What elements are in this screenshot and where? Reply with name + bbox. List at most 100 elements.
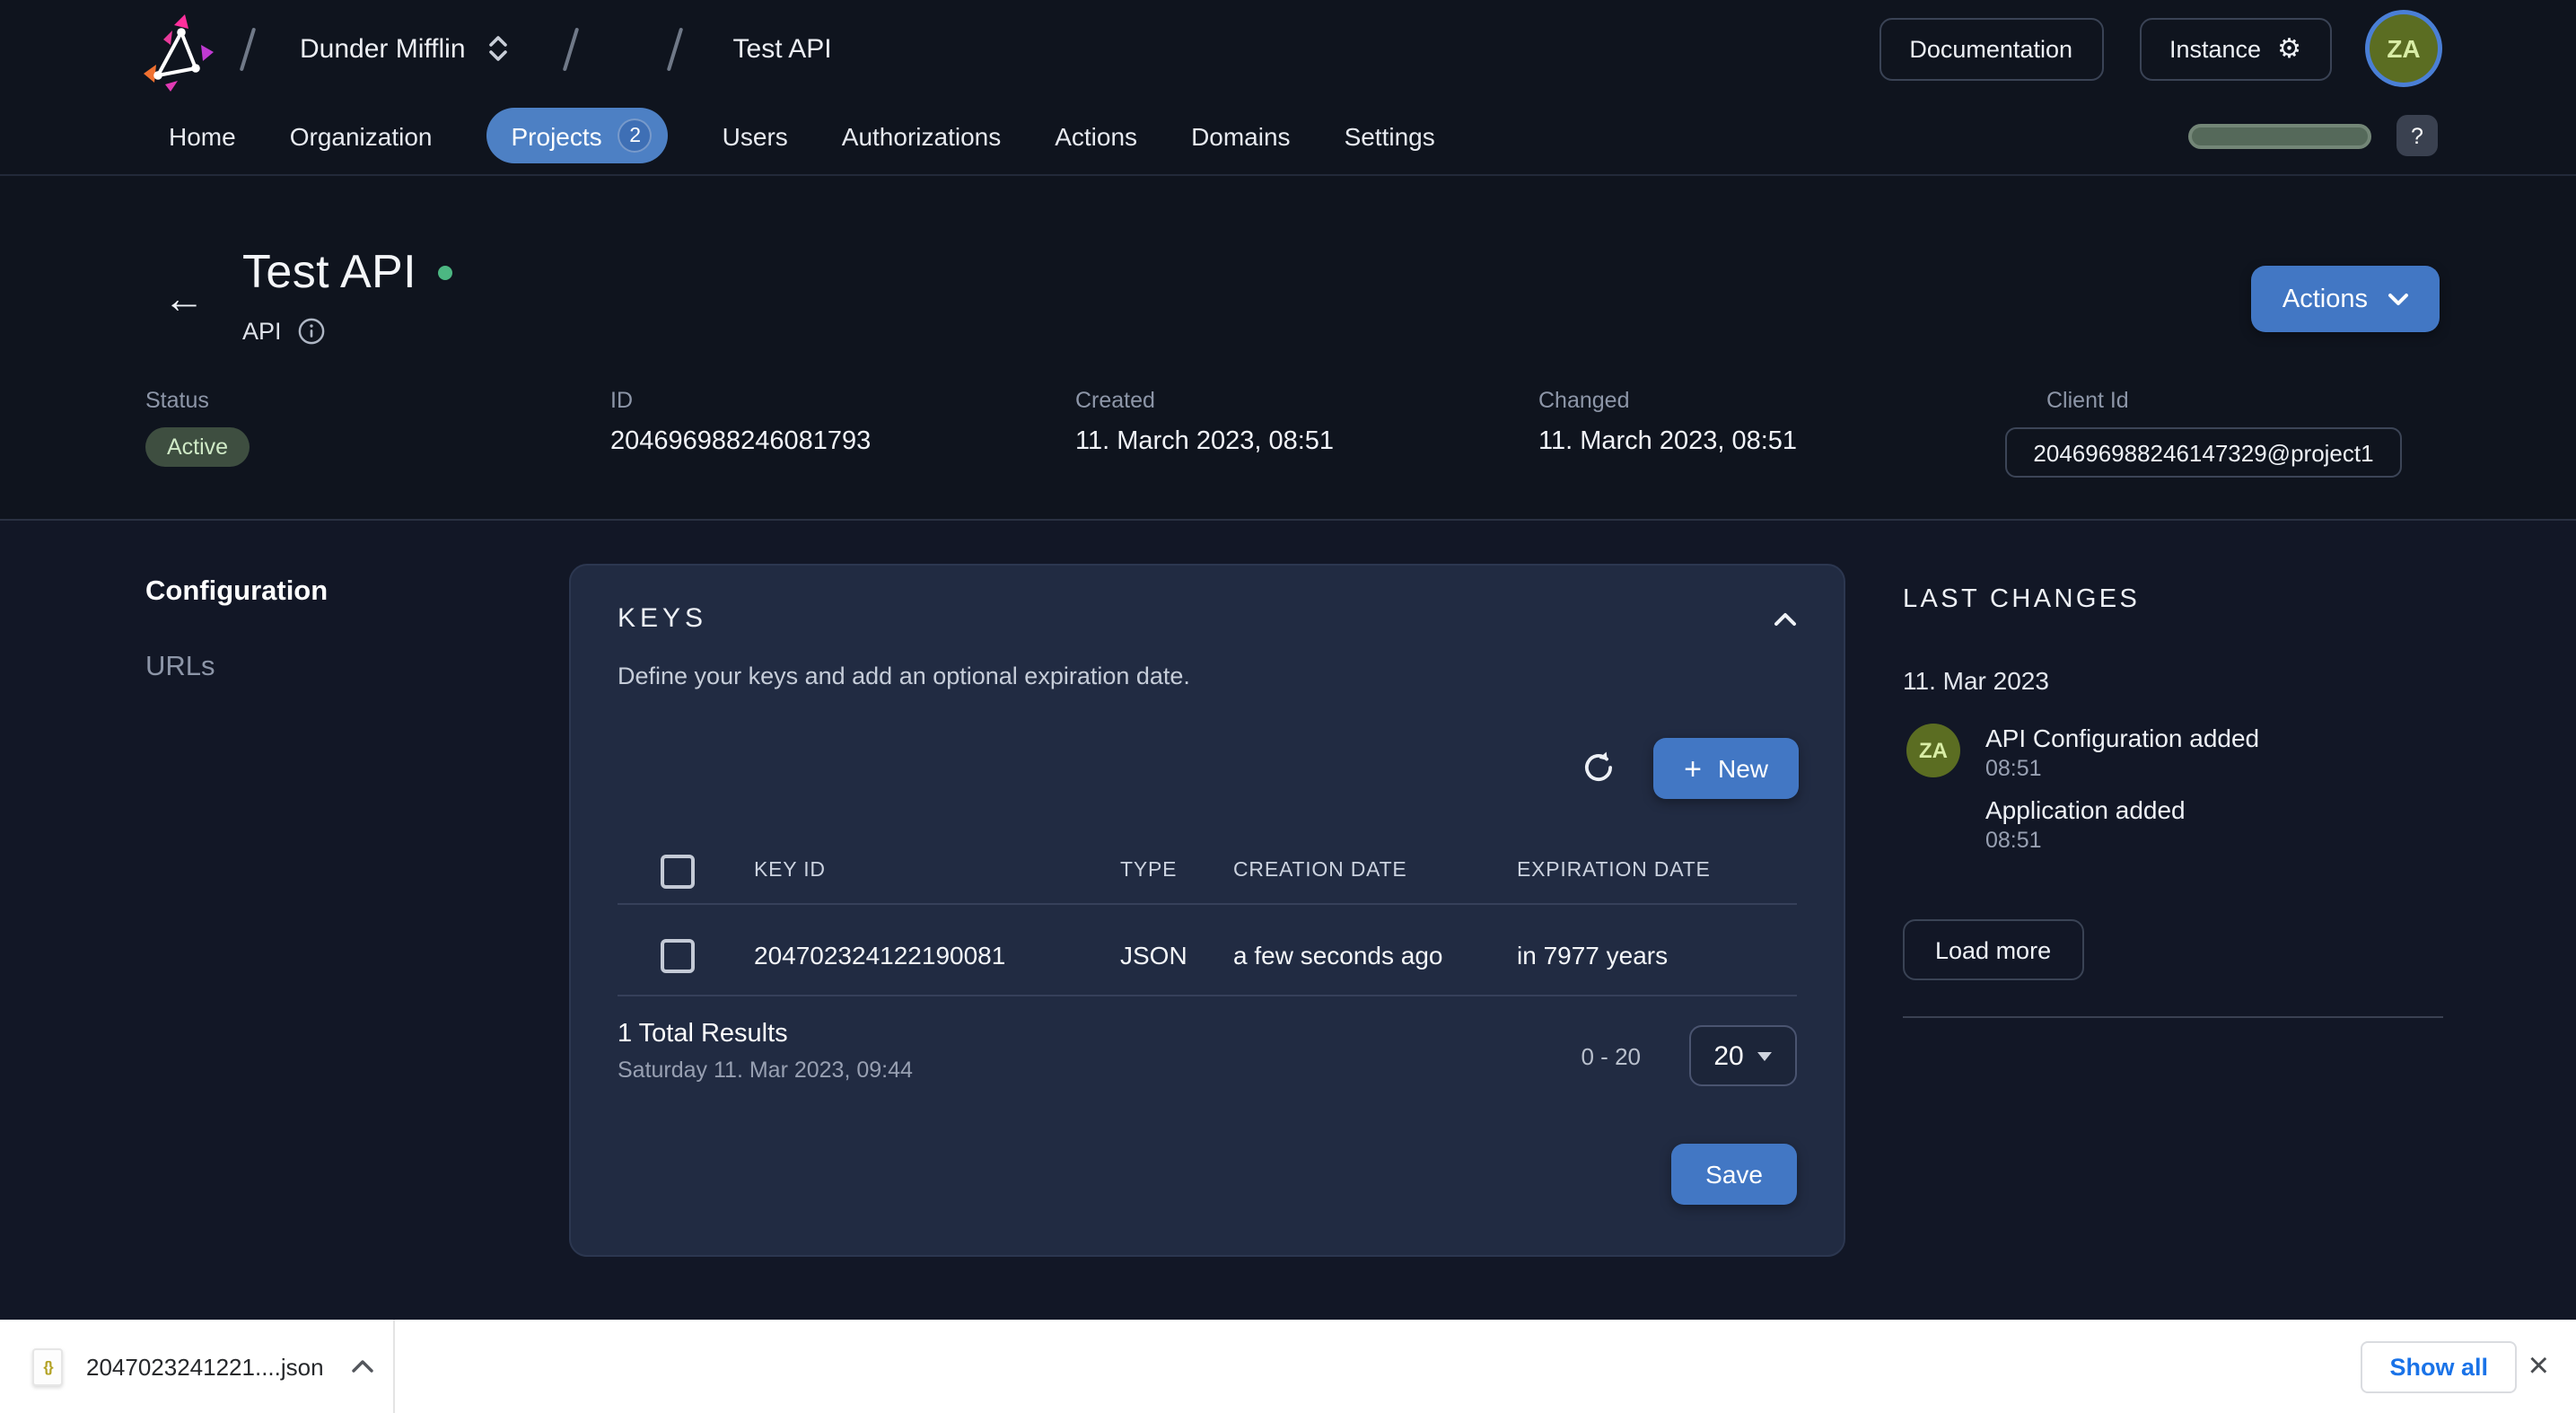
nav-bar: Home Organization Projects 2 Users Autho… xyxy=(0,97,2576,176)
sidebar-item-configuration[interactable]: Configuration xyxy=(145,576,328,609)
col-type: TYPE xyxy=(1120,860,1233,882)
onboarding-progress-bar[interactable] xyxy=(2188,123,2371,148)
instance-label: Instance xyxy=(2169,35,2261,62)
chevron-down-icon xyxy=(2388,292,2409,306)
collapse-icon[interactable] xyxy=(1774,612,1797,627)
info-icon[interactable] xyxy=(298,318,325,345)
page-size-value: 20 xyxy=(1713,1040,1743,1071)
meta-changed-label: Changed xyxy=(1538,388,1797,413)
unfold-icon[interactable] xyxy=(489,34,509,63)
table-row[interactable]: 204702324122190081 JSON a few seconds ag… xyxy=(618,917,1797,993)
top-section: Dunder Mifflin Test API Documentation In… xyxy=(0,0,2576,521)
nav-authorizations[interactable]: Authorizations xyxy=(842,121,1001,150)
col-creation-date: CREATION DATE xyxy=(1233,860,1517,882)
meta-created-value: 11. March 2023, 08:51 xyxy=(1075,427,1334,456)
header-bar: Dunder Mifflin Test API Documentation In… xyxy=(0,0,2576,97)
zitadel-logo-icon[interactable] xyxy=(144,12,219,91)
page-size-select[interactable]: 20 xyxy=(1689,1025,1797,1086)
download-filename: 2047023241221....json xyxy=(86,1353,324,1380)
nav-projects[interactable]: Projects 2 xyxy=(486,108,669,163)
meta-client-id: Client Id 204696988246147329@project1 xyxy=(2005,388,2402,478)
keys-table-header: KEY ID TYPE CREATION DATE EXPIRATION DAT… xyxy=(618,849,1797,892)
meta-created-label: Created xyxy=(1075,388,1334,413)
new-key-label: New xyxy=(1718,754,1768,783)
nav-actions[interactable]: Actions xyxy=(1055,121,1137,150)
keys-description: Define your keys and add an optional exp… xyxy=(618,663,1190,689)
change-event-time: 08:51 xyxy=(1985,756,2042,781)
cell-key-id: 204702324122190081 xyxy=(754,941,1120,970)
select-all-checkbox[interactable] xyxy=(661,854,695,888)
download-item[interactable]: {} 2047023241221....json xyxy=(32,1320,374,1413)
pagination-range: 0 - 20 xyxy=(1582,1043,1642,1070)
meta-changed-value: 11. March 2023, 08:51 xyxy=(1538,427,1797,456)
total-results: 1 Total Results xyxy=(618,1020,788,1049)
download-bar: {} 2047023241221....json Show all × xyxy=(0,1320,2576,1413)
last-changes-title: LAST CHANGES xyxy=(1903,585,2140,614)
cell-expiration-date: in 7977 years xyxy=(1517,941,1797,970)
row-checkbox[interactable] xyxy=(661,938,695,972)
projects-count-badge: 2 xyxy=(618,118,653,153)
sidebar-item-urls[interactable]: URLs xyxy=(145,652,215,684)
meta-id-value: 204696988246081793 xyxy=(610,427,871,456)
status-badge: Active xyxy=(145,427,250,467)
nav-home[interactable]: Home xyxy=(169,121,236,150)
col-key-id: KEY ID xyxy=(754,860,1120,882)
nav-users[interactable]: Users xyxy=(723,121,788,150)
app-type-label: API xyxy=(242,318,282,345)
new-key-button[interactable]: + New xyxy=(1653,738,1799,799)
meta-id-label: ID xyxy=(610,388,871,413)
meta-status: Status Active xyxy=(145,388,250,467)
meta-changed: Changed 11. March 2023, 08:51 xyxy=(1538,388,1797,456)
page-subtitle: API xyxy=(242,318,325,345)
breadcrumb-org[interactable]: Dunder Mifflin xyxy=(300,33,466,64)
results-timestamp: Saturday 11. Mar 2023, 09:44 xyxy=(618,1058,913,1083)
last-changes-date: 11. Mar 2023 xyxy=(1903,666,2049,695)
braces-glyph: {} xyxy=(43,1357,51,1375)
save-button[interactable]: Save xyxy=(1671,1144,1797,1205)
nav-organization[interactable]: Organization xyxy=(290,121,433,150)
help-button[interactable]: ? xyxy=(2396,115,2438,156)
download-menu-chevron-icon[interactable] xyxy=(353,1359,374,1374)
download-bar-divider xyxy=(393,1320,395,1413)
cell-creation-date: a few seconds ago xyxy=(1233,941,1517,970)
table-divider xyxy=(618,995,1797,996)
instance-button[interactable]: Instance ⚙ xyxy=(2139,17,2332,80)
change-event-label: Application added xyxy=(1985,795,2186,824)
col-expiration-date: EXPIRATION DATE xyxy=(1517,860,1797,882)
show-all-downloads-button[interactable]: Show all xyxy=(2361,1341,2517,1393)
page-title: Test API xyxy=(242,246,416,297)
nav-domains[interactable]: Domains xyxy=(1191,121,1291,150)
change-event-label: API Configuration added xyxy=(1985,724,2259,752)
meta-id: ID 204696988246081793 xyxy=(610,388,871,456)
load-more-button[interactable]: Load more xyxy=(1903,919,2083,980)
back-button[interactable]: ← xyxy=(163,275,205,323)
online-status-dot xyxy=(438,266,452,280)
change-event-time: 08:51 xyxy=(1985,828,2042,853)
breadcrumb-project[interactable]: Test API xyxy=(733,33,832,64)
actions-label: Actions xyxy=(2282,285,2368,313)
page-title-row: Test API xyxy=(242,246,452,297)
close-download-bar-icon[interactable]: × xyxy=(2518,1341,2560,1391)
client-id-copy-box[interactable]: 204696988246147329@project1 xyxy=(2005,427,2402,478)
change-author-avatar: ZA xyxy=(1906,724,1960,777)
breadcrumb-separator xyxy=(563,27,579,71)
breadcrumb-separator xyxy=(240,27,256,71)
meta-status-label: Status xyxy=(145,388,250,413)
plus-icon: + xyxy=(1684,753,1702,784)
zitadel-console: Dunder Mifflin Test API Documentation In… xyxy=(0,0,2576,1413)
documentation-button[interactable]: Documentation xyxy=(1879,17,2103,80)
refresh-button[interactable] xyxy=(1580,750,1616,786)
keys-card: KEYS Define your keys and add an optiona… xyxy=(569,564,1845,1257)
nav-settings[interactable]: Settings xyxy=(1345,121,1435,150)
actions-button[interactable]: Actions xyxy=(2252,266,2440,332)
gear-icon: ⚙ xyxy=(2277,35,2301,62)
meta-created: Created 11. March 2023, 08:51 xyxy=(1075,388,1334,456)
panel-divider xyxy=(1903,1016,2443,1018)
keys-card-title: KEYS xyxy=(618,603,707,634)
nav-projects-label: Projects xyxy=(512,121,602,150)
breadcrumb-separator xyxy=(667,27,683,71)
user-avatar[interactable]: ZA xyxy=(2370,14,2438,83)
meta-client-id-label: Client Id xyxy=(2046,388,2402,413)
page-size-caret-icon xyxy=(1758,1051,1773,1060)
cell-type: JSON xyxy=(1120,941,1233,970)
